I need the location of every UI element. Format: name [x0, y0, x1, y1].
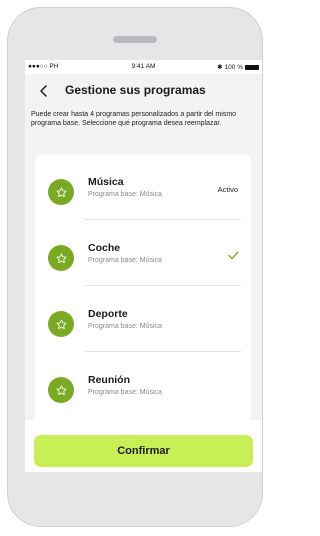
- status-bar: ●●●○○ PH 9:41 AM ✱ 100 %: [25, 60, 262, 74]
- bluetooth-icon: ✱: [217, 64, 223, 71]
- program-list: Música Programa base: Música Activo Coch…: [35, 154, 251, 454]
- program-icon: [48, 245, 74, 271]
- program-base: Programa base: Música: [88, 323, 162, 330]
- chevron-left-icon[interactable]: [36, 83, 52, 99]
- program-icon: [48, 179, 74, 205]
- battery-percent: 100 %: [224, 63, 243, 71]
- program-icon: [48, 377, 74, 403]
- program-base: Programa base: Música: [88, 389, 162, 396]
- status-right: ✱ 100 %: [217, 63, 259, 71]
- program-name: Música: [88, 176, 124, 188]
- program-item-reunion[interactable]: Reunión Programa base: Música: [35, 352, 251, 418]
- star-icon: [56, 252, 66, 263]
- star-icon: [56, 186, 66, 197]
- header: Gestione sus programas: [25, 74, 262, 108]
- status-badge: Activo: [217, 185, 238, 194]
- program-name: Deporte: [88, 308, 128, 320]
- program-base: Programa base: Música: [88, 257, 162, 264]
- program-item-musica[interactable]: Música Programa base: Música Activo: [35, 154, 251, 220]
- star-icon: [56, 384, 66, 395]
- battery-icon: [245, 64, 259, 70]
- app-screen: ●●●○○ PH 9:41 AM ✱ 100 % Gestione sus pr…: [25, 60, 262, 472]
- page-title: Gestione sus programas: [65, 83, 206, 97]
- star-icon: [56, 318, 66, 329]
- program-base: Programa base: Música: [88, 191, 162, 198]
- intro-text: Puede crear hasta 4 programas personaliz…: [31, 111, 237, 128]
- program-name: Coche: [88, 242, 121, 254]
- program-item-deporte[interactable]: Deporte Programa base: Música: [35, 286, 251, 352]
- program-name: Reunión: [88, 374, 130, 386]
- program-icon: [48, 311, 74, 337]
- program-item-coche[interactable]: Coche Programa base: Música: [35, 220, 251, 286]
- phone-speaker: [113, 36, 157, 43]
- checkmark-icon: [228, 251, 239, 260]
- footer: Confirmar: [25, 420, 262, 472]
- confirm-button[interactable]: Confirmar: [34, 435, 253, 467]
